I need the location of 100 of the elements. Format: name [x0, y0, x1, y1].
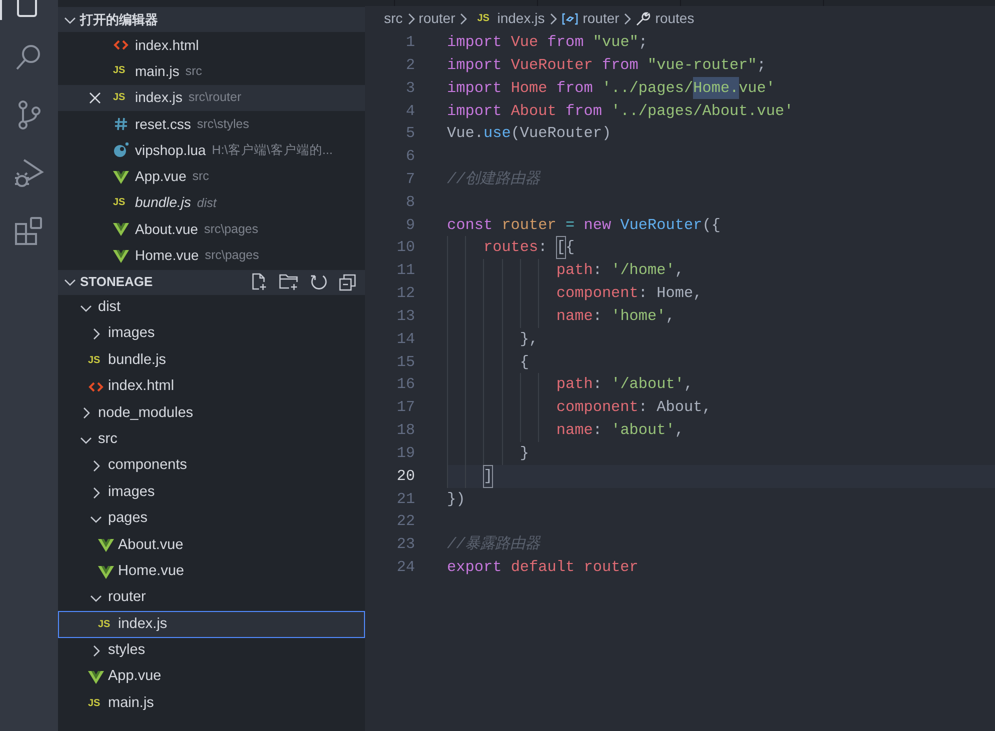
file-path: dist — [197, 194, 216, 212]
tree-item[interactable]: App.vue — [58, 664, 365, 691]
vue-logo-icon — [113, 168, 129, 185]
code-token: : — [538, 237, 548, 258]
file-name: vipshop.lua — [135, 140, 206, 160]
breadcrumb-item[interactable]: router — [418, 8, 456, 29]
tree-item[interactable]: node_modules — [58, 400, 365, 427]
code-token: //创建路由器 — [447, 168, 540, 190]
wrench-icon — [635, 10, 652, 26]
tree-item[interactable]: src — [58, 426, 365, 454]
file-name: index.html — [135, 36, 199, 55]
search-icon[interactable] — [15, 43, 43, 71]
line-number: 22 — [396, 511, 415, 532]
tree-item[interactable]: Home.vue — [58, 558, 365, 585]
file-name: bundle.js — [108, 350, 166, 370]
tree-item[interactable]: JS bundle.js — [58, 347, 365, 374]
js-file-icon: JS — [88, 698, 104, 709]
run-debug-icon[interactable] — [14, 158, 44, 190]
code-token: '../pages/ — [602, 78, 694, 99]
line-number: 6 — [404, 146, 415, 168]
tree-item[interactable]: About.vue — [58, 532, 365, 559]
open-editor-item[interactable]: Home.vue src\pages — [58, 242, 365, 269]
code-token: : About, — [638, 397, 712, 418]
code-token: , — [674, 260, 684, 282]
tree-item[interactable]: JS index.js — [58, 611, 365, 638]
collapse-all-icon[interactable] — [339, 273, 357, 292]
vue-logo-icon — [88, 669, 104, 686]
tree-item[interactable]: images — [58, 321, 365, 348]
code-token: new — [584, 214, 612, 236]
code-token: name — [556, 420, 593, 442]
breadcrumb-item[interactable]: router — [582, 8, 620, 29]
open-editor-item[interactable]: vipshop.lua H:\客户端\客户端的... — [58, 137, 365, 164]
refresh-icon[interactable] — [310, 273, 328, 292]
line-number: 2 — [404, 54, 415, 76]
breadcrumb-item[interactable]: index.js — [497, 8, 545, 29]
file-path: src — [185, 63, 202, 80]
chevron-right-icon — [548, 12, 558, 24]
source-control-icon[interactable] — [16, 100, 42, 130]
code-token: : — [592, 260, 603, 282]
tree-item[interactable]: images — [58, 479, 365, 506]
code-token: path — [556, 260, 593, 282]
code-token: Vue. — [447, 123, 484, 144]
js-file-icon: JS — [113, 66, 129, 76]
section-title: 打开的编辑器 — [80, 10, 158, 29]
code-token: (VueRouter) — [510, 123, 612, 144]
file-path: H:\客户端\客户端的... — [212, 142, 333, 159]
open-editor-item[interactable]: App.vue src — [58, 163, 365, 190]
code-token: : — [592, 306, 603, 327]
new-folder-icon[interactable] — [279, 273, 299, 292]
code-token: '/about' — [611, 374, 684, 396]
code-token: component — [556, 283, 638, 304]
file-name: index.html — [108, 377, 174, 396]
code-token: router — [502, 214, 558, 236]
extensions-icon[interactable] — [14, 216, 44, 246]
line-number: 15 — [396, 352, 415, 373]
vue-logo-icon — [113, 248, 129, 264]
code-token: "vue" — [592, 32, 638, 54]
file-name: main.js — [135, 62, 180, 81]
code-token: , — [674, 420, 684, 442]
breadcrumb-item[interactable]: routes — [655, 8, 694, 29]
code-token: import — [447, 100, 503, 122]
line-number: 14 — [396, 328, 415, 350]
open-editor-item[interactable]: About.vue src\pages — [58, 216, 365, 242]
code-token: : — [592, 374, 603, 396]
section-header[interactable]: STONEAGE — [58, 270, 365, 295]
file-name: App.vue — [135, 167, 186, 186]
tree-item[interactable]: index.html — [58, 374, 365, 400]
code-token: [ — [556, 236, 566, 260]
open-editor-item[interactable]: JS main.js src — [58, 58, 365, 85]
code-token: Home — [510, 78, 548, 99]
close-icon[interactable] — [87, 90, 103, 106]
new-file-icon[interactable] — [250, 273, 268, 292]
code-token: }) — [447, 488, 466, 510]
line-number: 7 — [404, 168, 415, 190]
code-token: from — [566, 100, 603, 122]
file-name: src — [98, 430, 118, 449]
code-token: import — [447, 54, 503, 76]
tree-item[interactable]: pages — [58, 506, 365, 532]
code-token: use — [483, 123, 511, 144]
code-token: '../pages/About.vue' — [611, 100, 794, 122]
code-token: //暴露路由器 — [447, 534, 540, 556]
file-name: App.vue — [108, 667, 162, 686]
tree-item[interactable]: styles — [58, 638, 365, 664]
code-token: }, — [520, 328, 538, 350]
section-header[interactable]: 打开的编辑器 — [58, 7, 365, 32]
tree-item[interactable]: components — [58, 453, 365, 480]
tree-item[interactable]: router — [58, 584, 365, 612]
code-token: vue' — [738, 78, 776, 99]
tree-item[interactable]: dist — [58, 294, 365, 322]
breadcrumb-item[interactable]: src — [384, 8, 403, 29]
open-editor-item[interactable]: index.html — [58, 32, 365, 58]
file-name: index.js — [118, 614, 168, 634]
code-token: "vue-router" — [648, 54, 757, 76]
file-name: components — [108, 456, 187, 476]
open-editor-item[interactable]: JS index.js src\router — [58, 84, 365, 111]
open-editor-item[interactable]: reset.css src\styles — [58, 110, 365, 138]
tree-item[interactable]: JS main.js — [58, 690, 365, 717]
section-title: STONEAGE — [80, 273, 153, 292]
open-editor-item[interactable]: JS bundle.js dist — [58, 190, 365, 216]
code-token: component — [556, 397, 638, 418]
